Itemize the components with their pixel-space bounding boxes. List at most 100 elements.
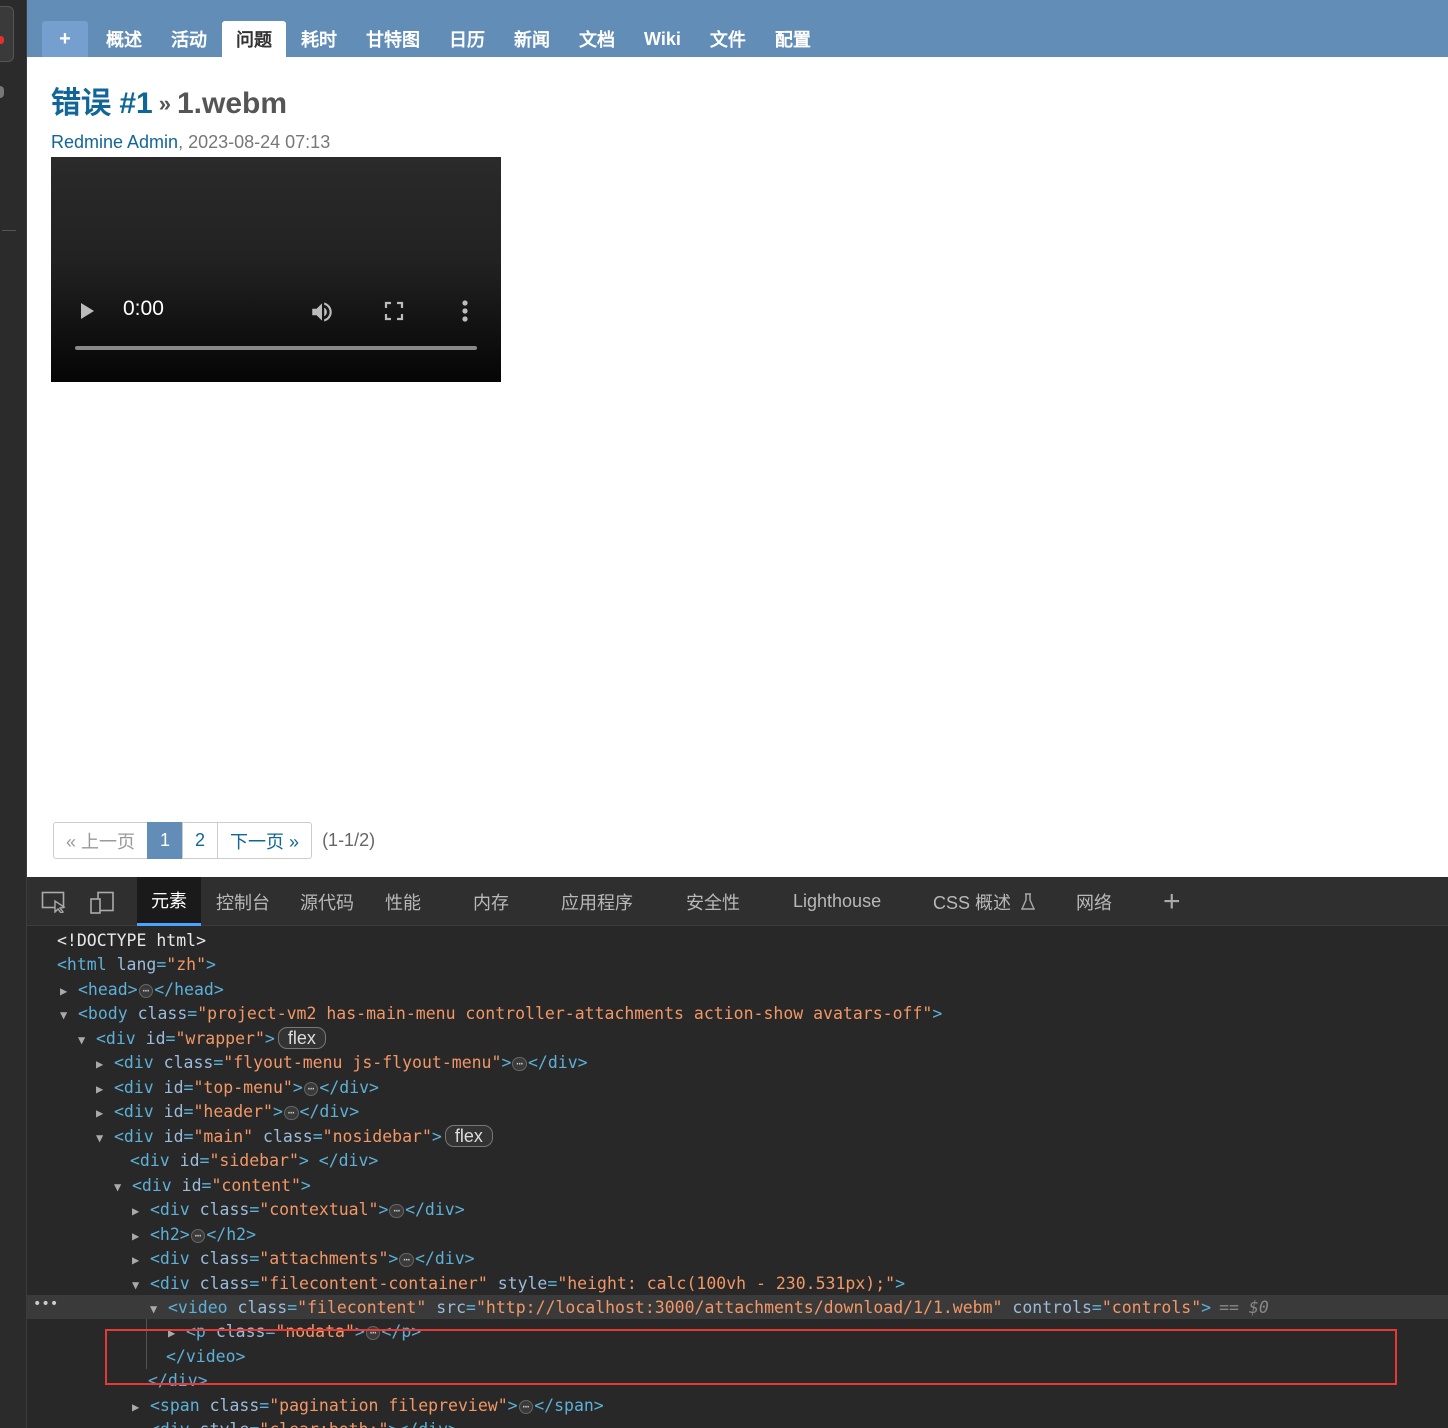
menu-item-overview[interactable]: 概述: [92, 21, 156, 57]
expand-triangle-icon: ▶: [96, 1082, 104, 1096]
selected-node-marker: == $0: [1219, 1298, 1269, 1317]
dom-line[interactable]: ▶ <span class="pagination filepreview"> ⋯ <…: [132, 1394, 604, 1418]
dom-line[interactable]: </video>: [166, 1345, 245, 1369]
dom-line-selected[interactable]: ▼ <video class="filecontent" src="http://…: [150, 1296, 1269, 1320]
tab-performance[interactable]: 性能: [385, 877, 421, 926]
video-time: 0:00: [123, 297, 164, 320]
dom-line[interactable]: ▶ <h2> ⋯ </h2>: [132, 1223, 256, 1247]
ellipsis-icon: ⋯: [399, 1252, 414, 1267]
menu-item-gantt[interactable]: 甘特图: [352, 21, 434, 57]
pagination-page-2[interactable]: 2: [182, 822, 219, 859]
dom-line[interactable]: ▶ <div id="header"> ⋯ </div>: [96, 1100, 359, 1124]
pagination-page-1[interactable]: 1: [147, 822, 184, 859]
dom-line[interactable]: <!DOCTYPE html>: [57, 929, 206, 953]
dom-line[interactable]: ▼ <div id="content">: [114, 1174, 311, 1198]
collapse-triangle-icon: ▼: [78, 1033, 86, 1047]
ellipsis-icon: ⋯: [283, 1105, 299, 1120]
menu-item-time-entries[interactable]: 耗时: [287, 21, 351, 57]
ellipsis-icon: ⋯: [138, 983, 154, 998]
more-actions-icon[interactable]: •••: [33, 1296, 58, 1312]
expand-triangle-icon: ▶: [168, 1326, 176, 1340]
browser-tab-active[interactable]: [0, 6, 14, 62]
pagination-next[interactable]: 下一页 »: [217, 822, 313, 859]
dom-line[interactable]: </div>: [148, 1369, 208, 1393]
tab-network[interactable]: 网络: [1076, 877, 1112, 926]
inspect-element-icon[interactable]: [41, 891, 67, 913]
dom-line[interactable]: ▶ <div class="attachments"> ⋯ </div>: [132, 1247, 475, 1271]
recording-indicator-icon: [0, 36, 4, 44]
tab-css-overview-label: CSS 概述: [933, 892, 1012, 913]
expand-triangle-icon: ▶: [132, 1229, 140, 1243]
dom-line[interactable]: ▼ <div id="wrapper"> flex: [78, 1027, 326, 1051]
tab-console[interactable]: 控制台: [216, 877, 270, 926]
ellipsis-icon: ⋯: [512, 1056, 527, 1071]
menu-item-documents[interactable]: 文档: [565, 21, 629, 57]
collapse-triangle-icon: ▼: [132, 1278, 140, 1292]
menu-item-calendar[interactable]: 日历: [435, 21, 499, 57]
dom-tree: <!DOCTYPE html> <html lang="zh"> ▶ <head>…: [27, 926, 1448, 1428]
expand-triangle-icon: ▶: [132, 1400, 140, 1414]
dom-line[interactable]: ▶ <div class="flyout-menu js-flyout-menu"…: [96, 1051, 588, 1075]
attachment-date: , 2023-08-24 07:13: [178, 132, 331, 152]
redmine-page: + 概述 活动 问题 耗时 甘特图 日历 新闻 文档 Wiki 文件 配置 错误…: [27, 0, 1448, 877]
main-menu: + 概述 活动 问题 耗时 甘特图 日历 新闻 文档 Wiki 文件 配置: [27, 0, 1448, 57]
menu-item-files[interactable]: 文件: [696, 21, 760, 57]
video-player[interactable]: 0:00: [51, 157, 501, 382]
collapse-triangle-icon: ▼: [150, 1302, 158, 1316]
devtools-panel: 元素 控制台 源代码 性能 内存 应用程序 安全性 Lighthouse CSS…: [27, 877, 1448, 1428]
dom-line[interactable]: ▶ <head> ⋯ </head>: [60, 978, 224, 1002]
author-link[interactable]: Redmine Admin: [51, 132, 178, 152]
tab-elements[interactable]: 元素: [137, 877, 201, 926]
dom-line[interactable]: <div style="clear:both;"></div>: [150, 1418, 458, 1428]
flex-badge[interactable]: flex: [444, 1125, 493, 1147]
dom-line[interactable]: ▶ <p class="nodata"> ⋯ </p>: [168, 1320, 421, 1344]
breadcrumb-separator: »: [158, 91, 171, 116]
dom-line[interactable]: ▼ <body class="project-vm2 has-main-menu …: [60, 1002, 942, 1026]
collapse-triangle-icon: ▼: [60, 1008, 68, 1022]
flex-badge[interactable]: flex: [277, 1027, 326, 1049]
pagination: « 上一页 1 2 下一页 » (1-1/2): [53, 822, 376, 859]
menu-item-news[interactable]: 新闻: [500, 21, 564, 57]
dom-line[interactable]: ▼ <div class="filecontent-container" styl…: [132, 1272, 905, 1296]
menu-item-issues[interactable]: 问题: [222, 21, 286, 57]
expand-triangle-icon: ▶: [60, 984, 68, 998]
page-title: 错误 #1» 1.webm: [51, 78, 287, 122]
attachment-filename: 1.webm: [176, 87, 288, 120]
dom-line[interactable]: <html lang="zh">: [57, 953, 216, 977]
experiment-flask-icon: [1021, 892, 1036, 910]
devtools-tab-bar: 元素 控制台 源代码 性能 内存 应用程序 安全性 Lighthouse CSS…: [27, 877, 1448, 926]
issue-link[interactable]: 错误 #1: [51, 87, 153, 120]
more-options-icon[interactable]: [461, 299, 469, 323]
expand-triangle-icon: ▶: [132, 1204, 140, 1218]
dom-line[interactable]: ▼ <div id="main" class="nosidebar"> flex: [96, 1125, 493, 1149]
video-progress-bar[interactable]: [75, 346, 477, 350]
new-object-button[interactable]: +: [42, 21, 88, 57]
collapse-triangle-icon: ▼: [96, 1131, 104, 1145]
pagination-count: (1-1/2): [322, 830, 376, 850]
expand-triangle-icon: ▶: [132, 1253, 140, 1267]
tab-application[interactable]: 应用程序: [561, 877, 633, 926]
tab-lighthouse[interactable]: Lighthouse: [793, 877, 881, 926]
fullscreen-icon[interactable]: [384, 301, 404, 321]
attachment-author-line: Redmine Admin, 2023-08-24 07:13: [51, 132, 330, 153]
menu-item-settings[interactable]: 配置: [761, 21, 825, 57]
collapse-triangle-icon: ▼: [114, 1180, 122, 1194]
tab-css-overview[interactable]: CSS 概述: [933, 877, 1036, 926]
tab-sources[interactable]: 源代码: [300, 877, 354, 926]
device-toolbar-icon[interactable]: [89, 891, 115, 915]
volume-icon[interactable]: [309, 299, 335, 325]
add-tab-button[interactable]: +: [1163, 885, 1181, 919]
ellipsis-icon: ⋯: [365, 1325, 381, 1340]
ellipsis-icon: ⋯: [389, 1203, 405, 1218]
dom-line[interactable]: <div id="sidebar"> </div>: [130, 1149, 378, 1173]
tab-security[interactable]: 安全性: [686, 877, 740, 926]
pagination-prev: « 上一页: [53, 822, 149, 859]
ellipsis-icon: ⋯: [518, 1399, 534, 1414]
play-icon[interactable]: [81, 303, 94, 319]
menu-item-wiki[interactable]: Wiki: [630, 21, 695, 57]
dom-line[interactable]: ▶ <div id="top-menu"> ⋯ </div>: [96, 1076, 379, 1100]
menu-item-activity[interactable]: 活动: [157, 21, 221, 57]
dom-line[interactable]: ▶ <div class="contextual"> ⋯ </div>: [132, 1198, 465, 1222]
tab-memory[interactable]: 内存: [473, 877, 509, 926]
expand-triangle-icon: ▶: [96, 1057, 104, 1071]
